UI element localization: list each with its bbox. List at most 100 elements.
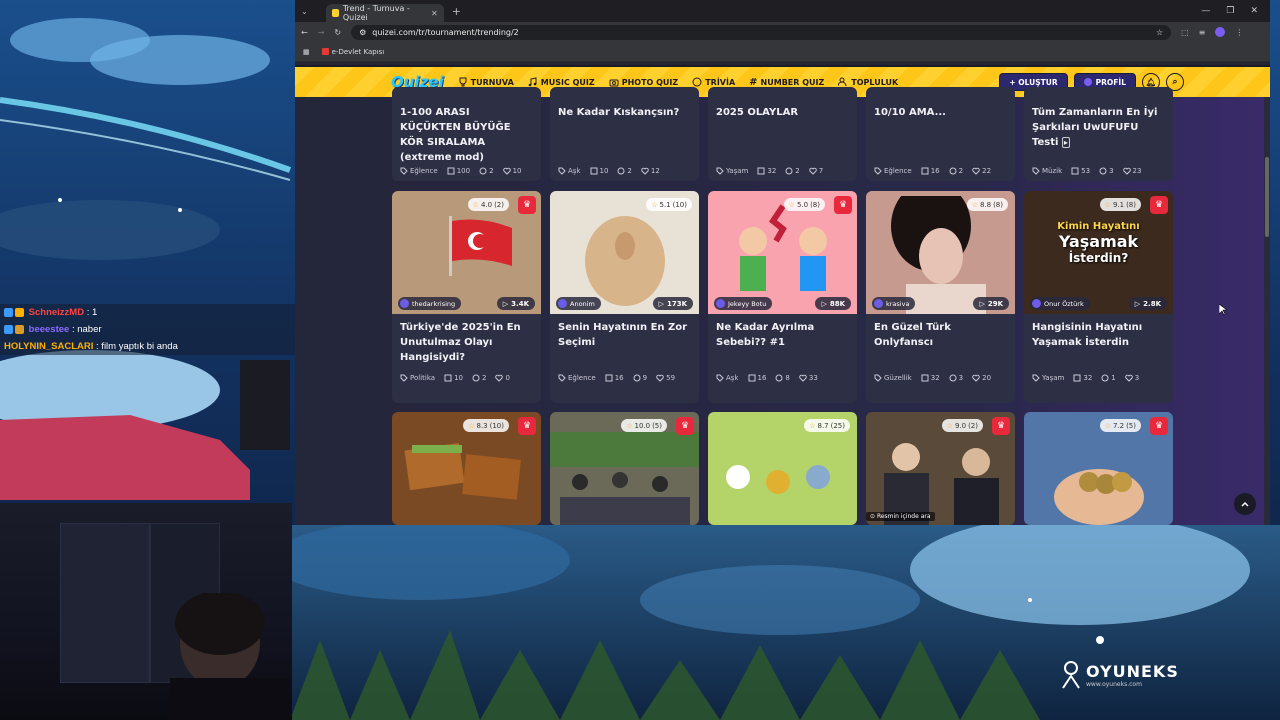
card-thumbnail[interactable]: ☆ 4.0 (2) ♛ thedarkrising ▷ 3.4K [392,191,541,314]
nav-photo-quiz[interactable]: PHOTO QUIZ [609,77,678,87]
card-title[interactable]: Tüm Zamanların En İyi Şarkıları UwUFUFU … [1024,87,1173,161]
tournament-button[interactable]: ♛ [1150,196,1168,214]
card-title[interactable]: Türkiye'de 2025'in En Unutulmaz Olayı Ha… [392,314,541,368]
minimize-icon[interactable]: — [1201,6,1210,16]
browser-tab[interactable]: Trend - Turnuva - Quizei ✕ [325,4,444,22]
card-title[interactable]: 10/10 AMA... [866,87,1015,161]
apps-icon[interactable]: ▦ [303,48,310,56]
category-tag[interactable]: Aşk [716,374,739,382]
like-count[interactable]: 20 [972,374,991,382]
author-chip[interactable]: thedarkrising [398,297,462,310]
card-title[interactable]: Ne Kadar Kıskançsın? [550,87,699,161]
site-info-icon[interactable]: ⚙ [359,28,366,37]
card-thumbnail[interactable]: ☆ 8.7 (25) [708,412,857,525]
nav-music-quiz[interactable]: MUSIC QUIZ [528,77,595,87]
quiz-card[interactable]: 2025 OLAYLAR Yaşam 32 2 7 [708,87,857,181]
scrollbar-thumb[interactable] [1265,157,1269,237]
close-tab-icon[interactable]: ✕ [431,9,438,18]
quiz-card[interactable]: Ne Kadar Kıskançsın? Aşk 10 2 12 [550,87,699,181]
card-thumbnail[interactable]: ⊙ Resmin içinde ara ☆ 9.0 (2) ♛ [866,412,1015,525]
new-tab-icon[interactable]: + [452,5,461,18]
like-count[interactable]: 12 [641,167,660,175]
card-thumbnail[interactable]: ☆ 7.2 (5) ♛ [1024,412,1173,525]
quiz-card[interactable]: ☆ 7.2 (5) ♛ [1024,412,1173,525]
like-count[interactable]: 7 [808,167,823,175]
card-title[interactable]: 2025 OLAYLAR [708,87,857,161]
category-tag[interactable]: Güzellik [874,374,912,382]
nav-turnuva[interactable]: TURNUVA [458,77,514,87]
image-search-overlay[interactable]: ⊙ Resmin içinde ara [866,512,935,521]
scroll-to-top-button[interactable] [1234,493,1256,515]
tournament-button[interactable]: ♛ [992,417,1010,435]
page-scrollbar[interactable] [1264,97,1270,525]
tournament-button[interactable]: ♛ [518,196,536,214]
tournament-button[interactable]: ♛ [676,417,694,435]
card-title[interactable]: Hangisinin Hayatını Yaşamak İsterdin [1024,314,1173,368]
card-thumbnail[interactable]: ☆ 8.3 (10) ♛ [392,412,541,525]
quiz-card[interactable]: 1-100 ARASI KÜÇÜKTEN BÜYÜĞE KÖR SIRALAMA… [392,87,541,181]
category-tag[interactable]: Müzik [1032,167,1062,175]
play-count-value: 29K [987,299,1003,308]
nav-trivia[interactable]: TRİVİA [692,77,735,87]
card-thumbnail[interactable]: Kimin Hayatını Yaşamak İsterdin? ☆ 9.1 (8) ♛… [1024,191,1173,314]
category-tag[interactable]: Politika [400,374,435,382]
quiz-card[interactable]: Tüm Zamanların En İyi Şarkıları UwUFUFU … [1024,87,1173,181]
bookmark-star-icon[interactable]: ☆ [1156,28,1163,37]
author-chip[interactable]: Onur Öztürk [1030,297,1090,310]
author-chip[interactable]: krasiva [872,297,916,310]
card-thumbnail[interactable]: ☆ 5.1 (10) Anonim ▷ 173K [550,191,699,314]
like-count[interactable]: 33 [799,374,818,382]
tournament-button[interactable]: ♛ [518,417,536,435]
like-count[interactable]: 59 [656,374,675,382]
quiz-card[interactable]: ⊙ Resmin içinde ara ☆ 9.0 (2) ♛ [866,412,1015,525]
menu-icon[interactable]: ⋮ [1235,28,1243,37]
tournament-button[interactable]: ♛ [834,196,852,214]
nav-number-quiz[interactable]: # NUMBER QUIZ [749,77,824,88]
category-tag[interactable]: Eğlence [874,167,912,175]
category-tag[interactable]: Eğlence [558,374,596,382]
category-tag[interactable]: Yaşam [1032,374,1064,382]
extensions-icon[interactable]: ⬚ [1181,28,1189,37]
category-tag[interactable]: Aşk [558,167,581,175]
quiz-card[interactable]: ☆ 8.8 (8) krasiva ▷ 29K En Güzel Türk Onlyf… [866,191,1015,403]
like-count[interactable]: 3 [1124,374,1139,382]
quiz-card[interactable]: ☆ 8.7 (25) [708,412,857,525]
author-chip[interactable]: Anonim [556,297,601,310]
rating-badge: ☆ 4.0 (2) [467,198,509,211]
bookmark-item[interactable]: e-Devlet Kapısı [321,48,384,56]
author-chip[interactable]: Jekeyy Botu [714,297,773,310]
category-tag[interactable]: Yaşam [716,167,748,175]
tournament-button[interactable]: ♛ [1150,417,1168,435]
card-thumbnail[interactable]: ☆ 8.8 (8) krasiva ▷ 29K [866,191,1015,314]
close-window-icon[interactable]: ✕ [1250,6,1258,16]
media-icon[interactable]: ≡ [1199,28,1206,37]
reload-icon[interactable]: ↻ [334,28,341,37]
card-title[interactable]: Ne Kadar Ayrılma Sebebi?? #1 [708,314,857,368]
quiz-card[interactable]: ☆ 5.1 (10) Anonim ▷ 173K Senin Hayatının En… [550,191,699,403]
quiz-card[interactable]: ☆ 10.0 (5) ♛ [550,412,699,525]
profile-avatar[interactable] [1215,27,1226,37]
category-tag[interactable]: Eğlence [400,167,438,175]
maximize-icon[interactable]: ❐ [1226,6,1234,16]
quiz-card[interactable]: 10/10 AMA... Eğlence 16 2 22 [866,87,1015,181]
like-count[interactable]: 22 [972,167,991,175]
forward-icon[interactable]: → [318,28,325,37]
quiz-card[interactable]: ☆ 4.0 (2) ♛ thedarkrising ▷ 3.4K Türkiye'de… [392,191,541,403]
card-thumbnail[interactable]: ☆ 5.0 (8) ♛ Jekeyy Botu ▷ 88K [708,191,857,314]
quiz-card[interactable]: Kimin Hayatını Yaşamak İsterdin? ☆ 9.1 (8) ♛… [1024,191,1173,403]
music-icon [528,77,537,87]
back-icon[interactable]: ← [301,28,308,37]
tab-list-icon[interactable]: ⌄ [301,7,308,16]
card-thumbnail[interactable]: ☆ 10.0 (5) ♛ [550,412,699,525]
nav-topluluk[interactable]: TOPLULUK [838,77,898,87]
url-field[interactable]: ⚙ quizei.com/tr/tournament/trending/2 ☆ [351,24,1172,40]
quiz-card[interactable]: ☆ 5.0 (8) ♛ Jekeyy Botu ▷ 88K Ne Kadar Ayrı… [708,191,857,403]
quiz-card[interactable]: ☆ 8.3 (10) ♛ [392,412,541,525]
like-count[interactable]: 10 [502,167,521,175]
card-title[interactable]: En Güzel Türk Onlyfanscı [866,314,1015,368]
card-title[interactable]: 1-100 ARASI KÜÇÜKTEN BÜYÜĞE KÖR SIRALAMA… [392,87,541,163]
like-count[interactable]: 0 [495,374,510,382]
comment-count-value: 1 [1111,374,1116,382]
card-title[interactable]: Senin Hayatının En Zor Seçimi [550,314,699,368]
like-count[interactable]: 23 [1122,167,1141,175]
